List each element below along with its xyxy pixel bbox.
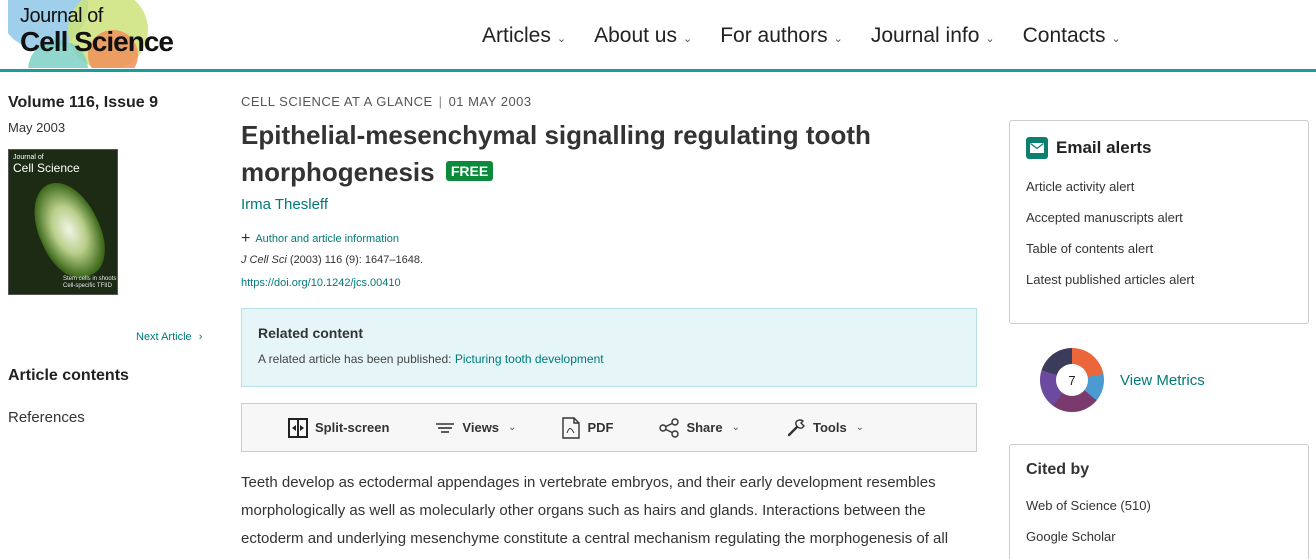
views-label: Views: [462, 420, 500, 435]
split-screen-label: Split-screen: [315, 420, 390, 435]
related-content-text: A related article has been published: Pi…: [258, 352, 960, 366]
chevron-down-icon: ⌄: [556, 32, 567, 45]
chevron-down-icon: ⌄: [855, 422, 865, 433]
share-label: Share: [686, 420, 723, 435]
cited-by-title: Cited by: [1026, 461, 1090, 478]
view-metrics-link[interactable]: View Metrics: [1120, 372, 1205, 389]
body-line: morphologically as well as molecularly o…: [241, 502, 926, 519]
citation: J Cell Sci (2003) 116 (9): 1647–1648.: [241, 254, 977, 266]
cited-by-panel: Cited by Web of Science (510) Google Sch…: [1009, 444, 1309, 559]
related-content-title: Related content: [258, 325, 364, 341]
alert-accepted-manuscripts[interactable]: Accepted manuscripts alert: [1026, 210, 1292, 225]
article-main: CELL SCIENCE AT A GLANCE | 01 MAY 2003 Epi…: [241, 94, 977, 553]
pdf-button[interactable]: PDF: [562, 416, 614, 439]
issue-cover-image[interactable]: Journal of Cell Science Stem cells in sh…: [8, 149, 118, 295]
article-date: 01 MAY 2003: [448, 94, 532, 109]
cited-google-scholar[interactable]: Google Scholar: [1026, 529, 1292, 544]
article-title: Epithelial-mesenchymal signalling regula…: [241, 117, 977, 191]
nav-label: About us: [594, 24, 677, 47]
cover-title-small: Journal of: [13, 154, 44, 161]
alert-article-activity[interactable]: Article activity alert: [1026, 179, 1292, 194]
logo-line1: Journal of: [20, 5, 103, 27]
article-contents-title: Article contents: [8, 367, 129, 384]
chevron-down-icon: ⌄: [731, 422, 740, 433]
chevron-down-icon: ⌄: [508, 422, 517, 433]
body-line: Teeth develop as ectodermal appendages i…: [241, 474, 936, 491]
email-alerts-header: Email alerts: [1026, 137, 1292, 159]
views-dropdown[interactable]: Views ⌄: [435, 420, 516, 436]
issue-sidebar: Volume 116, Issue 9 May 2003 Journal of …: [8, 94, 213, 426]
journal-logo[interactable]: Journal of Cell Science: [8, 0, 188, 68]
main-nav: Articles ⌄ About us ⌄ For authors ⌄ Journal…: [482, 24, 1149, 48]
metrics-widget: 7 View Metrics: [1040, 348, 1205, 412]
free-badge: FREE: [445, 161, 494, 181]
nav-label: Articles: [482, 24, 551, 47]
tools-dropdown[interactable]: Tools ⌄: [786, 418, 864, 438]
tools-icon: [787, 418, 805, 436]
chevron-down-icon: ⌄: [682, 32, 693, 45]
chevron-right-icon: ›: [198, 331, 203, 343]
logo-line2: Cell Science: [20, 26, 174, 57]
author-info-toggle[interactable]: + Author and article information: [241, 231, 977, 247]
alert-table-of-contents[interactable]: Table of contents alert: [1026, 241, 1292, 256]
body-line: ectoderm and underlying mesenchyme const…: [241, 530, 949, 547]
nav-journal-info[interactable]: Journal info ⌄: [871, 24, 995, 48]
article-toolbar: Split-screen Views ⌄ PDF Share ⌄ Tools ⌄: [241, 403, 977, 452]
volume-title[interactable]: Volume 116, Issue 9: [8, 94, 213, 112]
related-content-box: Related content A related article has be…: [241, 308, 977, 387]
author-link[interactable]: Irma Thesleff: [241, 196, 977, 213]
related-text-prefix: A related article has been published:: [258, 352, 455, 366]
pdf-label: PDF: [587, 420, 614, 435]
kicker-separator: |: [438, 94, 443, 109]
contents-item-references[interactable]: References: [8, 409, 85, 426]
citation-details: (2003) 116 (9): 1647–1648.: [286, 254, 424, 266]
altmetric-donut[interactable]: 7: [1040, 348, 1104, 412]
next-article-label: Next Article: [136, 331, 192, 343]
cover-footer-line2: Cell-specific TFIID: [63, 282, 112, 289]
nav-label: Journal info: [870, 24, 980, 47]
nav-label: Contacts: [1022, 24, 1106, 47]
doi-link[interactable]: https://doi.org/10.1242/jcs.00410: [241, 277, 977, 289]
split-screen-button[interactable]: Split-screen: [288, 417, 390, 438]
email-alerts-title: Email alerts: [1056, 138, 1152, 157]
tools-label: Tools: [812, 420, 847, 435]
email-icon: [1026, 137, 1048, 159]
cover-title: Cell Science: [13, 161, 80, 175]
logo-text: Journal of Cell Science: [20, 5, 174, 57]
alert-latest-published[interactable]: Latest published articles alert: [1026, 272, 1292, 287]
nav-contacts[interactable]: Contacts ⌄: [1023, 24, 1121, 48]
next-article-link[interactable]: Next Article ›: [136, 331, 202, 343]
nav-for-authors[interactable]: For authors ⌄: [720, 24, 843, 48]
chevron-down-icon: ⌄: [1111, 32, 1121, 45]
article-title-line1: Epithelial-mesenchymal signalling regula…: [241, 120, 871, 150]
cover-footer: Stem cells in shoots Cell-specific TFIID: [63, 276, 116, 290]
split-screen-icon: [288, 417, 308, 438]
cover-graphic: [20, 172, 117, 288]
nav-label: For authors: [720, 24, 828, 47]
chevron-down-icon: ⌄: [985, 32, 995, 45]
related-article-link[interactable]: Picturing tooth development: [455, 352, 604, 366]
views-icon: [436, 422, 455, 433]
email-alerts-panel: Email alerts Article activity alert Acce…: [1009, 120, 1309, 324]
share-dropdown[interactable]: Share ⌄: [659, 417, 740, 438]
citation-journal: J Cell Sci: [241, 254, 287, 266]
plus-icon: +: [241, 230, 251, 247]
nav-articles[interactable]: Articles ⌄: [482, 24, 566, 48]
share-icon: [659, 417, 680, 438]
article-title-line2: morphogenesis: [241, 157, 435, 187]
cited-web-of-science[interactable]: Web of Science (510): [1026, 498, 1292, 513]
nav-about-us[interactable]: About us ⌄: [594, 24, 692, 48]
author-info-label: Author and article information: [255, 233, 400, 245]
article-kicker: CELL SCIENCE AT A GLANCE | 01 MAY 2003: [241, 94, 977, 109]
chevron-down-icon: ⌄: [833, 32, 843, 45]
issue-date: May 2003: [8, 120, 66, 135]
pdf-icon: [562, 416, 581, 439]
article-category[interactable]: CELL SCIENCE AT A GLANCE: [241, 94, 433, 109]
cover-footer-line1: Stem cells in shoots: [63, 275, 117, 282]
article-body: Teeth develop as ectodermal appendages i…: [241, 469, 977, 553]
altmetric-score: 7: [1056, 364, 1088, 396]
site-header: Journal of Cell Science Articles ⌄ About …: [0, 0, 1316, 72]
